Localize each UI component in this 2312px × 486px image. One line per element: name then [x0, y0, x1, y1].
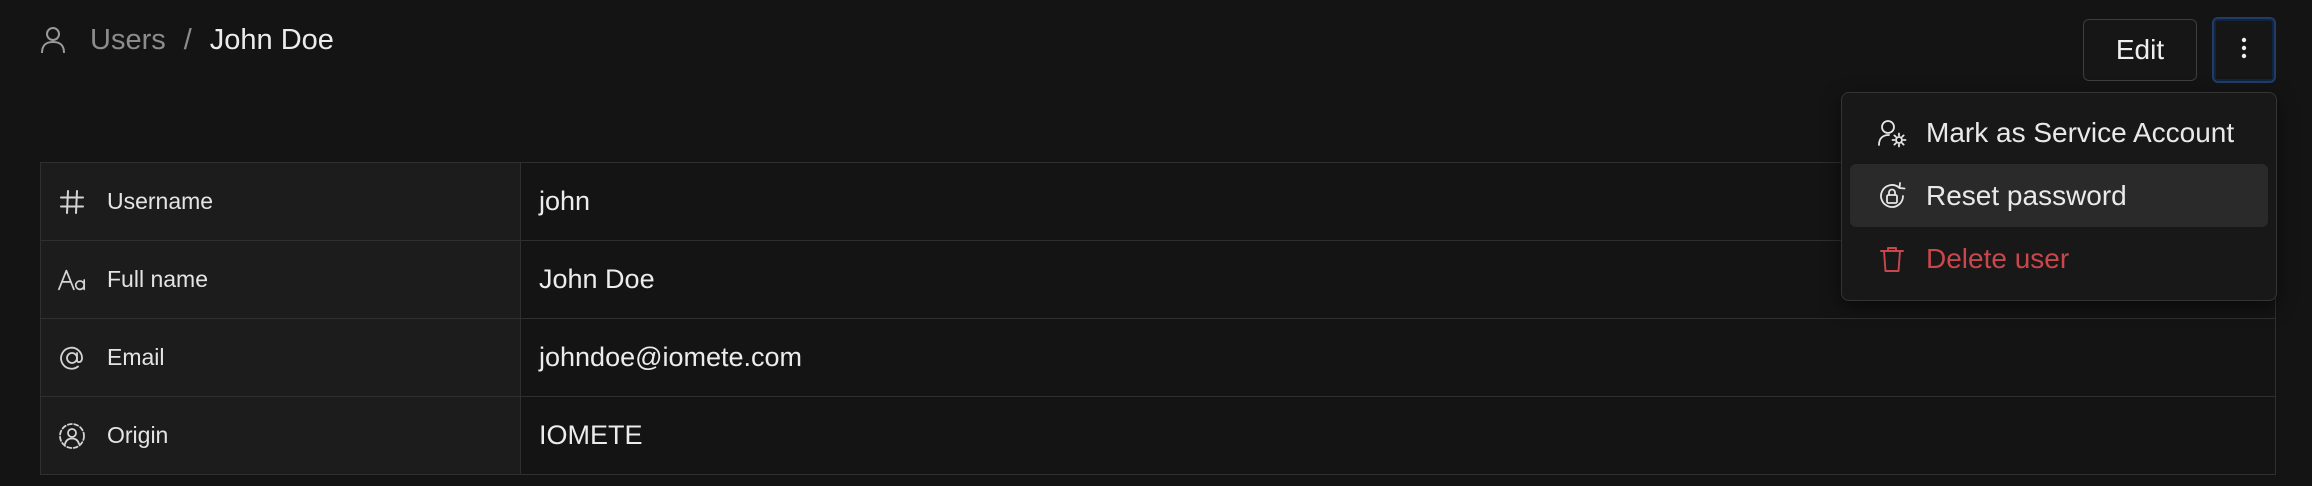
menu-item-delete-user[interactable]: Delete user — [1850, 227, 2268, 290]
user-cog-icon — [1876, 117, 1908, 149]
row-label: Email — [107, 344, 165, 370]
table-row: Email johndoe@iomete.com — [41, 319, 2275, 397]
row-value: johndoe@iomete.com — [539, 342, 803, 372]
more-actions-button[interactable] — [2212, 17, 2276, 83]
menu-item-mark-service-account[interactable]: Mark as Service Account — [1850, 101, 2268, 164]
row-label-cell: Origin — [41, 397, 521, 474]
row-label: Full name — [107, 266, 208, 292]
more-actions-menu: Mark as Service Account Reset password D… — [1841, 92, 2277, 301]
menu-item-label: Mark as Service Account — [1926, 116, 2235, 148]
menu-item-reset-password[interactable]: Reset password — [1850, 164, 2268, 227]
row-label-cell: Full name — [41, 241, 521, 318]
breadcrumb-current: John Doe — [209, 23, 334, 56]
trash-icon — [1876, 243, 1908, 275]
row-value: IOMETE — [539, 420, 643, 450]
row-label-cell: Username — [41, 163, 521, 240]
hash-icon — [57, 187, 87, 217]
user-circle-icon — [57, 421, 87, 451]
row-label-cell: Email — [41, 319, 521, 396]
row-label: Origin — [107, 422, 169, 448]
user-icon — [40, 25, 70, 55]
menu-item-label: Reset password — [1926, 179, 2127, 211]
font-size-icon — [57, 265, 87, 295]
at-sign-icon — [57, 343, 87, 373]
more-vertical-icon — [2241, 34, 2247, 66]
lock-reset-icon — [1876, 180, 1908, 212]
breadcrumb-users-link[interactable]: Users — [90, 24, 166, 57]
menu-item-label: Delete user — [1926, 242, 2070, 274]
edit-button[interactable]: Edit — [2083, 19, 2197, 81]
row-label: Username — [107, 188, 214, 214]
breadcrumb-separator: / — [183, 23, 192, 56]
table-row: Origin IOMETE — [41, 397, 2275, 475]
user-detail-page: Users / John Doe Edit Username john Full… — [0, 0, 2312, 486]
breadcrumb: Users / John Doe — [40, 18, 334, 62]
